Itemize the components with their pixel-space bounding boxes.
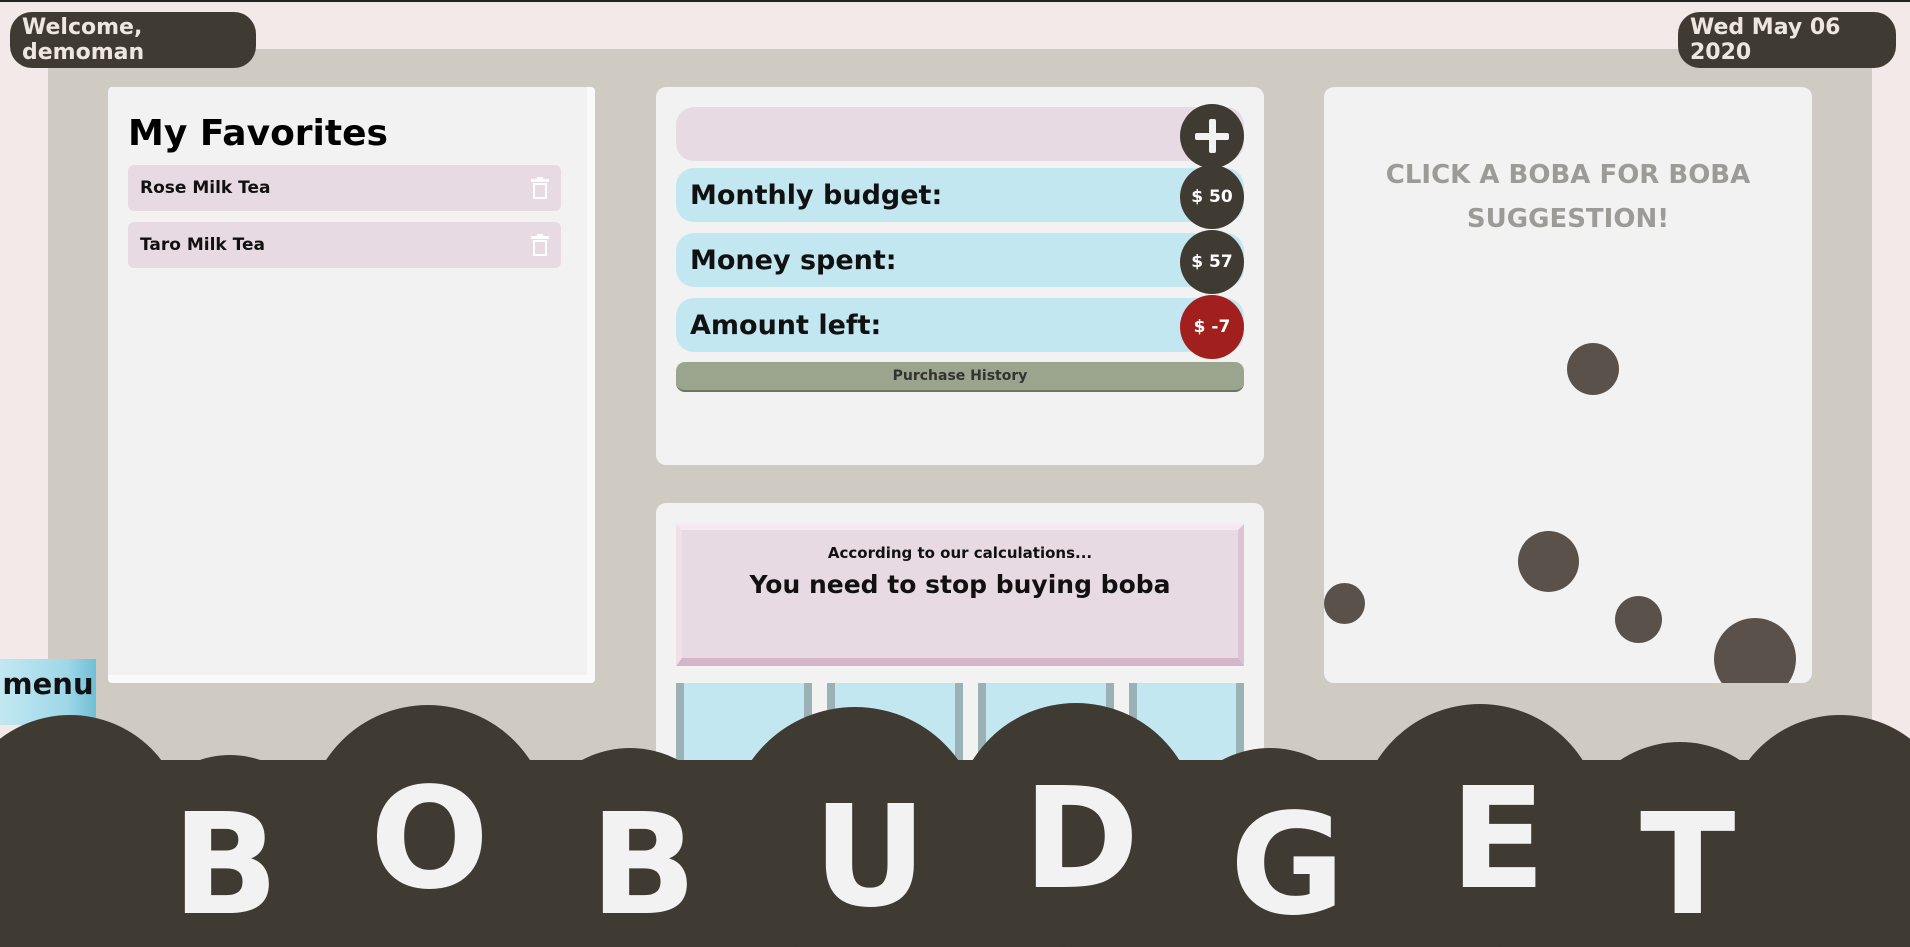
budget-panel: Monthly budget: $ 50 Money spent: $ 57 A… [656,87,1264,465]
advice-message: You need to stop buying boba [749,570,1171,599]
amount-left-value: $ -7 [1180,295,1244,359]
boba-pearl[interactable] [1518,531,1579,592]
monthly-budget-label: Monthly budget: [690,179,943,211]
monthly-budget-value[interactable]: $ 50 [1180,165,1244,229]
footer-letter: E [1450,758,1546,921]
favorite-item-label: Taro Milk Tea [140,235,265,255]
advice-intro: According to our calculations... [827,544,1093,562]
welcome-badge: Welcome, demoman [10,12,256,68]
favorite-item-label: Rose Milk Tea [140,178,271,198]
footer-letter: O [370,758,490,921]
favorite-item[interactable]: Taro Milk Tea [128,222,561,268]
boba-pearl[interactable] [1567,343,1619,395]
amount-left-label: Amount left: [690,309,882,341]
footer-letter: B [172,784,279,947]
footer-banner [0,703,1910,947]
boba-pearl[interactable] [1324,583,1365,624]
purchase-history-button[interactable]: Purchase History [676,362,1244,392]
favorites-title: My Favorites [128,113,388,154]
footer-letter: D [1023,758,1140,921]
footer-letter: B [590,784,697,947]
date-badge: Wed May 06 2020 [1678,12,1896,68]
footer-letter: U [813,776,927,939]
favorite-item[interactable]: Rose Milk Tea [128,165,561,211]
favorites-panel: My Favorites Rose Milk Tea Taro Milk Tea [108,87,595,683]
plus-icon [1195,119,1229,153]
money-spent-row: Money spent: $ 57 [676,230,1244,294]
trash-icon[interactable] [531,177,549,199]
boba-pearl[interactable] [1615,596,1662,643]
trash-icon[interactable] [531,234,549,256]
boba-suggestion-panel: CLICK A BOBA FOR BOBA SUGGESTION! [1324,87,1812,683]
boba-prompt: CLICK A BOBA FOR BOBA SUGGESTION! [1385,160,1751,234]
money-spent-value: $ 57 [1180,230,1244,294]
add-purchase-button[interactable] [1180,104,1244,168]
amount-left-row: Amount left: $ -7 [676,295,1244,359]
monthly-budget-row: Monthly budget: $ 50 [676,165,1244,229]
advice-box: According to our calculations... You nee… [676,524,1244,666]
footer-letter: G [1230,784,1345,947]
money-spent-label: Money spent: [690,244,897,276]
footer-letter: T [1640,784,1736,947]
boba-pearl[interactable] [1714,618,1796,683]
add-purchase-bar[interactable] [676,104,1244,168]
